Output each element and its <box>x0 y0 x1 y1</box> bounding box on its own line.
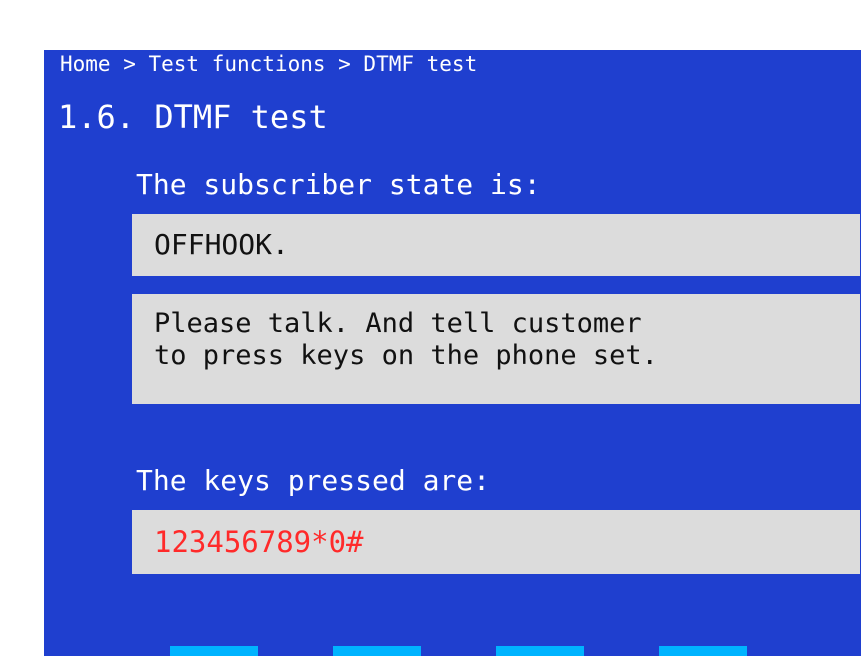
softkey-3-button[interactable] <box>496 646 584 656</box>
keys-pressed-value: 123456789*0# <box>132 510 860 574</box>
softkey-2-button[interactable] <box>333 646 421 656</box>
subscriber-state-value: OFFHOOK. <box>132 214 860 276</box>
softkey-bar <box>44 646 861 656</box>
softkey-1-button[interactable] <box>170 646 258 656</box>
breadcrumb: Home > Test functions > DTMF test <box>60 52 478 76</box>
dtmf-test-screen: Home > Test functions > DTMF test 1.6. D… <box>44 50 861 656</box>
keys-pressed-label: The keys pressed are: <box>136 464 491 497</box>
subscriber-state-label: The subscriber state is: <box>136 168 541 201</box>
softkey-4-button[interactable] <box>659 646 747 656</box>
instruction-message: Please talk. And tell customer to press … <box>132 294 860 404</box>
page-title: 1.6. DTMF test <box>58 98 328 136</box>
